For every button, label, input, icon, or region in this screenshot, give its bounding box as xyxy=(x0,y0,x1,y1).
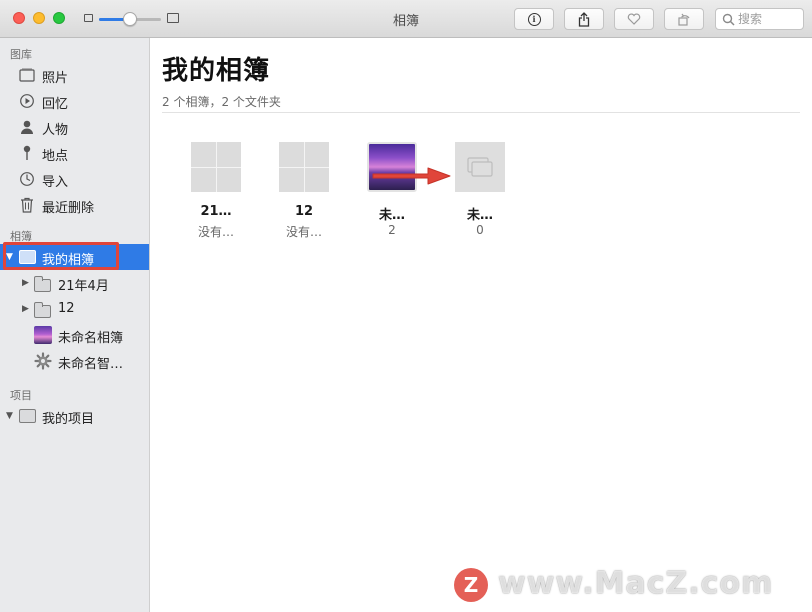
search-input[interactable] xyxy=(738,11,800,27)
annotation-highlight-box xyxy=(3,242,119,270)
search-icon xyxy=(722,13,735,26)
folder-thumbnail xyxy=(191,142,241,192)
sidebar-item-label: 人物 xyxy=(42,123,69,138)
album-name: 未… xyxy=(466,208,493,223)
share-icon xyxy=(578,11,590,27)
watermark-logo: Z xyxy=(454,568,488,602)
watermark: Z www.MacZ.com xyxy=(454,566,804,606)
album-count: 2 xyxy=(388,223,396,237)
photo-thumbnail xyxy=(34,326,52,344)
album-name: 12 xyxy=(294,204,314,219)
sidebar-item-label: 12 xyxy=(58,301,75,316)
places-icon xyxy=(18,144,36,162)
disclosure-triangle-icon[interactable]: ▼ xyxy=(6,411,13,421)
sidebar-item-memories[interactable]: 回忆 xyxy=(0,88,149,114)
sidebar-item-label: 回忆 xyxy=(42,97,69,112)
page-title: 我的相簿 xyxy=(162,56,271,86)
album-item-untitled-smart[interactable]: 未… 0 xyxy=(435,142,525,252)
annotation-arrow-icon xyxy=(372,167,451,185)
album-count: 没有… xyxy=(285,225,322,239)
sidebar-item-untitled-smart-album[interactable]: 未命名智… xyxy=(0,348,149,374)
rotate-icon xyxy=(678,13,690,26)
sidebar-item-people[interactable]: 人物 xyxy=(0,114,149,140)
sidebar-item-label: 未命名智… xyxy=(58,357,124,372)
favorite-button[interactable] xyxy=(614,8,654,30)
folder-icon xyxy=(33,275,51,294)
album-item-untitled[interactable]: 未… 2 xyxy=(347,142,437,252)
sidebar: 图库 照片 回忆 人物 地点 导入 最近删除 相簿 ▼ 我的相簿 ▶ 21年4月… xyxy=(0,38,150,612)
info-button[interactable]: i xyxy=(514,8,554,30)
small-thumbnail-icon xyxy=(84,14,93,22)
sidebar-item-untitled-album[interactable]: 未命名相簿 xyxy=(0,322,149,348)
album-item-21[interactable]: 21… 没有… xyxy=(171,142,261,252)
folder-thumbnail xyxy=(279,142,329,192)
disclosure-triangle-icon[interactable]: ▶ xyxy=(22,278,29,288)
sidebar-item-label: 我的项目 xyxy=(42,412,95,427)
sidebar-item-label: 未命名相簿 xyxy=(58,331,124,346)
slider-knob[interactable] xyxy=(123,12,137,26)
divider xyxy=(162,112,800,113)
sidebar-item-my-projects[interactable]: ▼ 我的项目 xyxy=(0,403,149,429)
folder-icon xyxy=(33,301,51,320)
imports-icon xyxy=(18,170,36,188)
minimize-button[interactable] xyxy=(33,12,45,24)
watermark-text: www.MacZ.com xyxy=(498,566,774,601)
library-section-header: 图库 xyxy=(10,48,32,61)
main-content: 我的相簿 2 个相簿，2 个文件夹 21… 没有… 12 没有… 未… 2 未…… xyxy=(150,38,812,612)
title-bar: 相簿 i xyxy=(0,0,812,38)
sidebar-item-recently-deleted[interactable]: 最近删除 xyxy=(0,192,149,218)
empty-album-thumbnail xyxy=(455,142,505,192)
album-item-12[interactable]: 12 没有… xyxy=(259,142,349,252)
large-thumbnail-icon xyxy=(167,13,179,23)
rotate-button[interactable] xyxy=(664,8,704,30)
sidebar-item-label: 地点 xyxy=(42,149,69,164)
album-name: 21… xyxy=(200,204,232,219)
disclosure-triangle-icon[interactable]: ▶ xyxy=(22,304,29,314)
sidebar-item-photos[interactable]: 照片 xyxy=(0,62,149,88)
sidebar-item-label: 照片 xyxy=(42,71,69,86)
projects-section-header: 项目 xyxy=(10,389,32,402)
sidebar-item-folder-12[interactable]: ▶ 12 xyxy=(0,296,149,322)
info-icon: i xyxy=(527,12,541,26)
sidebar-item-label: 21年4月 xyxy=(58,279,109,294)
sidebar-item-folder-21-april[interactable]: ▶ 21年4月 xyxy=(0,270,149,296)
people-icon xyxy=(18,118,36,136)
share-button[interactable] xyxy=(564,8,604,30)
window-title: 相簿 xyxy=(392,14,419,29)
page-subtitle: 2 个相簿，2 个文件夹 xyxy=(162,95,281,109)
gear-icon xyxy=(34,352,52,370)
photos-icon xyxy=(18,66,36,84)
memories-icon xyxy=(18,92,36,110)
sidebar-item-places[interactable]: 地点 xyxy=(0,140,149,166)
zoom-window-button[interactable] xyxy=(53,12,65,24)
album-count: 0 xyxy=(476,223,484,237)
search-field[interactable] xyxy=(715,8,804,30)
empty-album-icon xyxy=(467,157,493,177)
sidebar-item-label: 最近删除 xyxy=(42,201,95,216)
sidebar-item-label: 导入 xyxy=(42,175,69,190)
album-name: 未… xyxy=(378,208,405,223)
album-icon xyxy=(18,407,36,425)
album-count: 没有… xyxy=(197,225,234,239)
heart-icon xyxy=(627,13,641,25)
trash-icon xyxy=(18,196,36,214)
sidebar-item-imports[interactable]: 导入 xyxy=(0,166,149,192)
close-button[interactable] xyxy=(13,12,25,24)
